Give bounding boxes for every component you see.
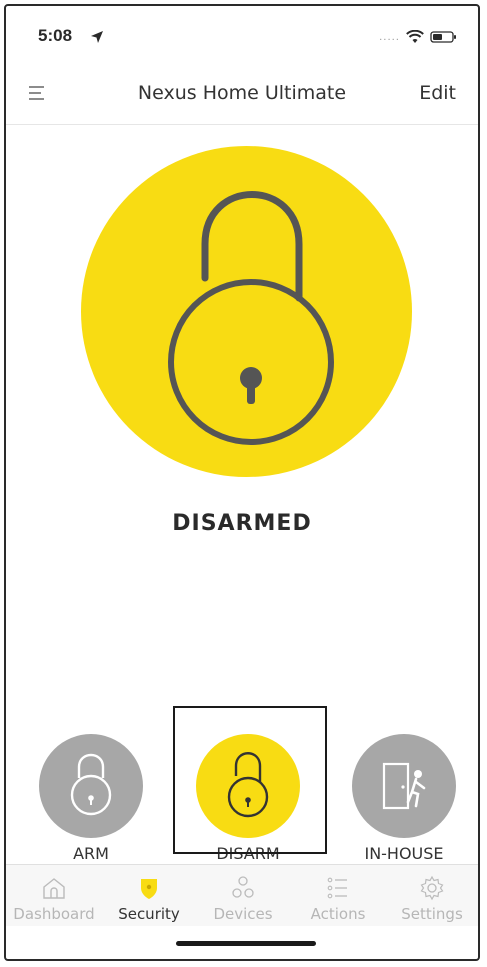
- status-bar: 5:08 .....: [6, 6, 478, 66]
- arm-circle[interactable]: [39, 734, 143, 838]
- location-arrow-icon: [91, 31, 103, 43]
- tab-actions[interactable]: Actions: [292, 875, 384, 923]
- person-door-icon: [382, 762, 426, 810]
- nav-divider: [6, 124, 478, 125]
- list-icon: [327, 877, 347, 899]
- page-title: Nexus Home Ultimate: [137, 82, 347, 104]
- in-house-button[interactable]: IN-HOUSE: [352, 734, 456, 863]
- in-house-circle[interactable]: [352, 734, 456, 838]
- tab-security[interactable]: Security: [103, 875, 195, 923]
- arm-button[interactable]: ARM: [39, 734, 143, 863]
- home-indicator: [176, 941, 316, 946]
- arm-label: ARM: [73, 844, 109, 863]
- tab-dashboard[interactable]: Dashboard: [8, 875, 100, 923]
- security-status-circle: [81, 146, 412, 477]
- tab-settings-label: Settings: [401, 905, 463, 923]
- in-house-label: IN-HOUSE: [364, 844, 444, 863]
- nav-bar: Nexus Home Ultimate Edit: [6, 66, 478, 122]
- battery-icon: [430, 31, 456, 43]
- status-indicators: .....: [379, 30, 458, 44]
- edit-button[interactable]: Edit: [419, 82, 456, 104]
- gear-icon: [420, 875, 444, 901]
- unlocked-padlock-icon: [168, 191, 334, 445]
- home-icon: [43, 878, 65, 899]
- signal-dots: .....: [379, 31, 400, 43]
- security-status-label: DISARMED: [172, 511, 312, 536]
- tab-bar: Dashboard Security Devices Actions Setti…: [6, 864, 478, 926]
- tab-dashboard-label: Dashboard: [13, 905, 95, 923]
- tab-security-label: Security: [118, 905, 180, 923]
- shield-icon: [141, 879, 157, 899]
- locked-padlock-icon: [70, 753, 112, 816]
- tab-settings[interactable]: Settings: [386, 875, 478, 923]
- tab-devices-label: Devices: [213, 905, 273, 923]
- selected-mode-frame: [173, 706, 327, 854]
- tab-actions-label: Actions: [310, 905, 366, 923]
- status-time: 5:08: [38, 26, 73, 45]
- phone-screen: 5:08 ..... Nexus Home Ultimate Edit DISA…: [4, 4, 480, 961]
- devices-icon: [232, 876, 254, 898]
- tab-devices[interactable]: Devices: [197, 875, 289, 923]
- wifi-icon: [406, 30, 424, 43]
